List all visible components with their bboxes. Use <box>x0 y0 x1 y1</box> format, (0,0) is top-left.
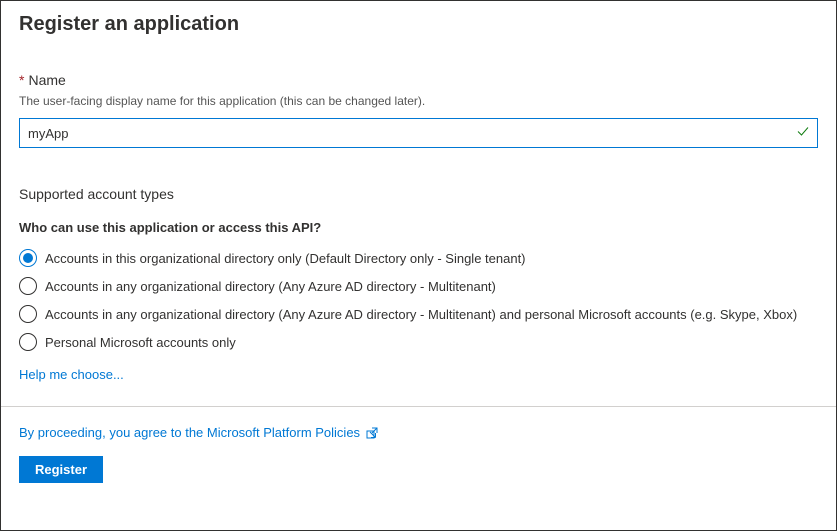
account-types-subtitle: Who can use this application or access t… <box>19 220 818 235</box>
radio-label: Accounts in this organizational director… <box>45 251 526 266</box>
radio-label: Personal Microsoft accounts only <box>45 335 236 350</box>
radio-option-multitenant-personal[interactable]: Accounts in any organizational directory… <box>19 305 818 323</box>
radio-option-multitenant[interactable]: Accounts in any organizational directory… <box>19 277 818 295</box>
external-link-icon <box>366 427 378 439</box>
page-title: Register an application <box>19 13 818 36</box>
help-me-choose-link[interactable]: Help me choose... <box>19 367 124 382</box>
radio-icon <box>19 333 37 351</box>
platform-policies-link[interactable]: By proceeding, you agree to the Microsof… <box>19 425 378 440</box>
name-label: * Name <box>19 72 818 88</box>
name-hint: The user-facing display name for this ap… <box>19 94 818 108</box>
account-types-title: Supported account types <box>19 186 818 202</box>
register-app-page: Register an application * Name The user-… <box>0 0 837 531</box>
name-input[interactable] <box>19 118 818 148</box>
radio-icon <box>19 277 37 295</box>
account-types-radio-group: Accounts in this organizational director… <box>19 249 818 351</box>
register-button[interactable]: Register <box>19 456 103 483</box>
radio-icon <box>19 305 37 323</box>
required-asterisk-icon: * <box>19 72 24 88</box>
divider <box>1 406 836 407</box>
radio-label: Accounts in any organizational directory… <box>45 307 797 322</box>
radio-label: Accounts in any organizational directory… <box>45 279 496 294</box>
name-label-text: Name <box>28 72 65 88</box>
radio-option-personal-only[interactable]: Personal Microsoft accounts only <box>19 333 818 351</box>
name-input-wrapper <box>19 118 818 148</box>
radio-option-single-tenant[interactable]: Accounts in this organizational director… <box>19 249 818 267</box>
radio-icon <box>19 249 37 267</box>
policy-link-text: By proceeding, you agree to the Microsof… <box>19 425 360 440</box>
